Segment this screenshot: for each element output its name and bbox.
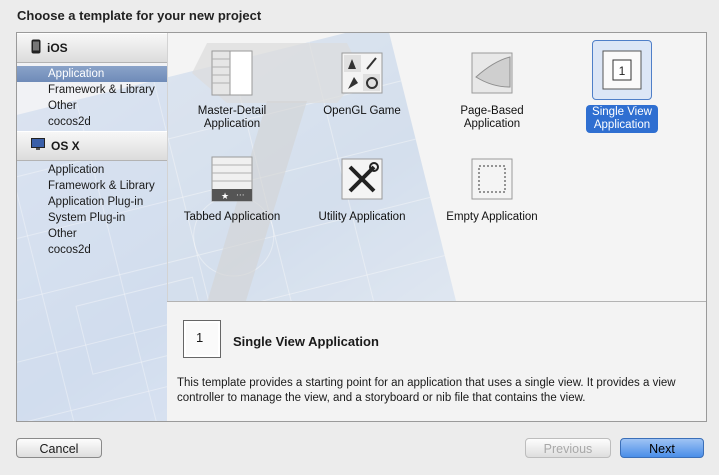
- sidebar-section-osx[interactable]: OS X: [17, 131, 167, 161]
- sidebar-section-ios[interactable]: iOS: [17, 33, 167, 63]
- template-label: Master-Detail: [197, 105, 267, 117]
- description-text: This template provides a starting point …: [177, 377, 676, 404]
- template-label: Tabbed Application: [183, 211, 281, 223]
- description-title: Single View Application: [233, 334, 379, 349]
- mac-icon: [31, 138, 45, 154]
- next-button[interactable]: Next: [620, 438, 704, 458]
- opengl-game-icon: [336, 47, 388, 99]
- iphone-icon: [31, 39, 41, 57]
- previous-button[interactable]: Previous: [525, 438, 611, 458]
- template-opengl-game[interactable]: OpenGL Game: [297, 47, 427, 118]
- sidebar-section-label: iOS: [47, 41, 68, 55]
- master-detail-icon: [206, 47, 258, 99]
- template-label: Utility Application: [318, 211, 406, 223]
- template-label: OpenGL Game: [323, 105, 401, 117]
- utility-icon: [336, 153, 388, 205]
- template-label: Page-Based: [460, 105, 524, 117]
- sidebar-item-ios-application[interactable]: Application: [17, 66, 167, 82]
- sidebar-item-osx-system-plugin[interactable]: System Plug-in: [17, 210, 167, 226]
- single-view-icon: 1: [592, 40, 652, 100]
- template-page-based[interactable]: Page-Based Application: [427, 47, 557, 131]
- sidebar-section-label: OS X: [51, 139, 80, 153]
- template-label: Application: [463, 118, 521, 130]
- sidebar-item-osx-other[interactable]: Other: [17, 226, 167, 242]
- sidebar-item-ios-framework-library[interactable]: Framework & Library: [17, 82, 167, 98]
- tabbed-icon: ★ ···: [206, 153, 258, 205]
- dialog-title: Choose a template for your new project: [17, 8, 262, 23]
- template-label: Empty Application: [446, 211, 538, 223]
- template-label: Application: [203, 118, 261, 130]
- svg-text:1: 1: [619, 64, 626, 78]
- template-master-detail[interactable]: Master-Detail Application: [167, 47, 297, 131]
- template-description-panel: 1 Single View Application This template …: [167, 301, 706, 421]
- sidebar-item-osx-application-plugin[interactable]: Application Plug-in: [17, 194, 167, 210]
- template-sidebar: iOS Application Framework & Library Othe…: [17, 33, 168, 421]
- template-label: Application: [593, 119, 651, 131]
- desc-icon-number: 1: [196, 330, 204, 345]
- cancel-button[interactable]: Cancel: [16, 438, 102, 458]
- template-utility[interactable]: Utility Application: [297, 153, 427, 224]
- template-single-view[interactable]: 1 Single View Application: [557, 40, 687, 133]
- template-chooser: iOS Application Framework & Library Othe…: [16, 32, 707, 422]
- sidebar-item-osx-cocos2d[interactable]: cocos2d: [17, 242, 167, 258]
- template-label: Single View: [592, 106, 652, 118]
- sidebar-item-osx-application[interactable]: Application: [17, 162, 167, 178]
- template-tabbed[interactable]: ★ ··· Tabbed Application: [167, 153, 297, 224]
- sidebar-item-ios-other[interactable]: Other: [17, 98, 167, 114]
- template-label-selected: Single View Application: [586, 105, 658, 133]
- empty-app-icon: [466, 153, 518, 205]
- single-view-icon: 1: [183, 320, 221, 358]
- sidebar-item-osx-framework-library[interactable]: Framework & Library: [17, 178, 167, 194]
- template-grid: Master-Detail Application OpenGL Game Pa…: [167, 33, 706, 301]
- template-empty[interactable]: Empty Application: [427, 153, 557, 224]
- sidebar-item-ios-cocos2d[interactable]: cocos2d: [17, 114, 167, 130]
- page-based-icon: [466, 47, 518, 99]
- svg-text:···: ···: [236, 191, 245, 201]
- svg-text:★: ★: [221, 192, 229, 202]
